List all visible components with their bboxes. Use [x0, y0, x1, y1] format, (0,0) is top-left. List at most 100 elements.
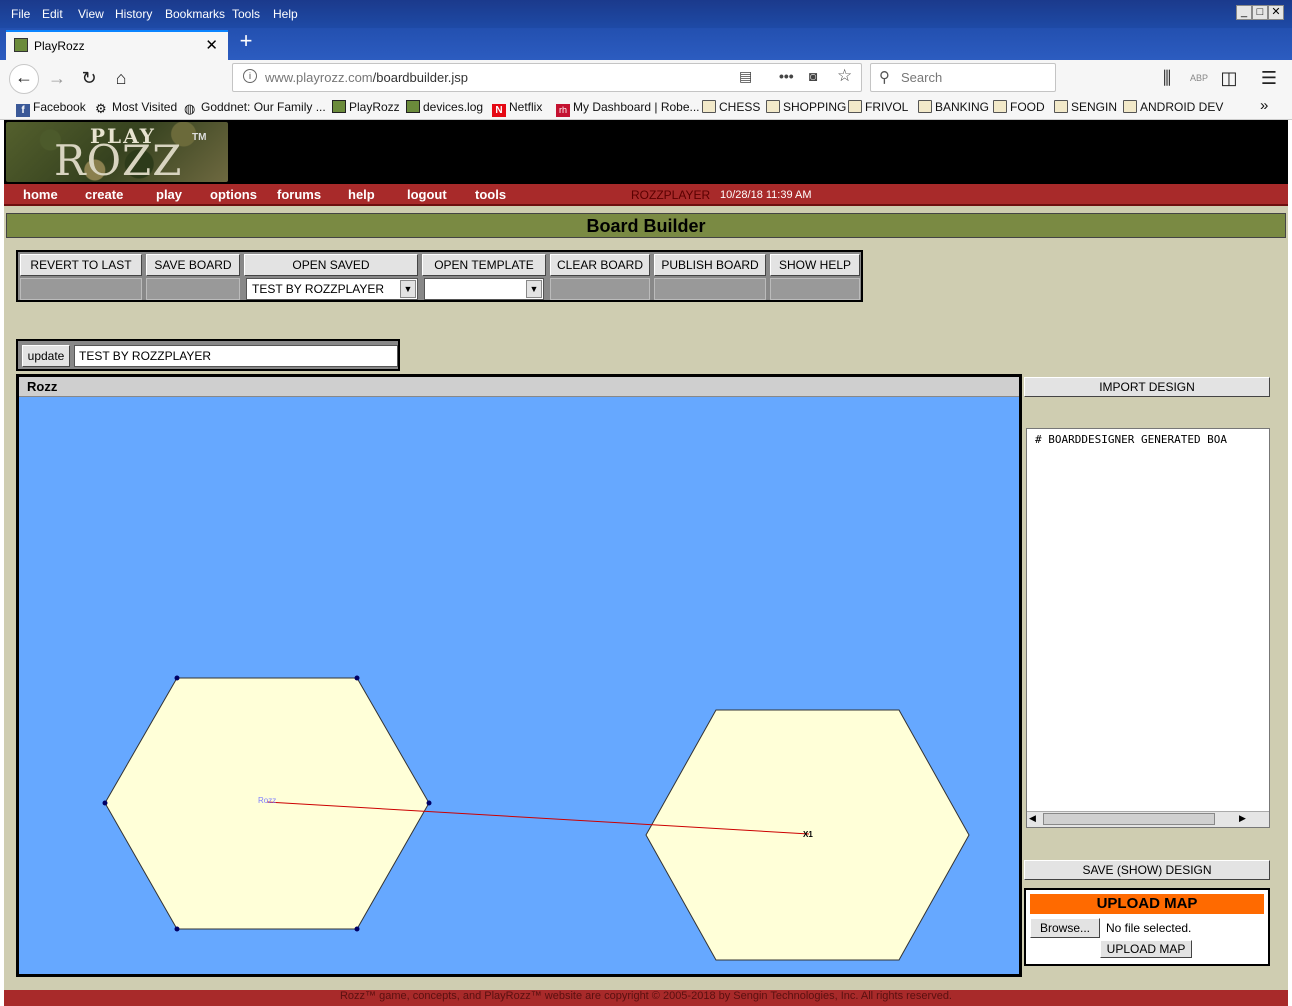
page-title-bar: Board Builder [6, 213, 1286, 238]
save-board-button[interactable]: SAVE BOARD [146, 254, 240, 276]
playrozz-favicon-icon [14, 38, 28, 52]
bookmark-folder-sengin[interactable]: SENGIN [1054, 100, 1117, 114]
nav-tools[interactable]: tools [475, 187, 506, 202]
nav-home[interactable]: home [23, 187, 58, 202]
site-nav: home create play options forums help log… [4, 184, 1288, 206]
nav-help[interactable]: help [348, 187, 375, 202]
file-status: No file selected. [1106, 921, 1192, 935]
nav-options[interactable]: options [210, 187, 257, 202]
vertex-handle[interactable] [102, 800, 108, 806]
scroll-right-icon[interactable]: ▶ [1239, 813, 1246, 824]
vertex-handle[interactable] [354, 926, 360, 932]
info-icon[interactable]: i [243, 69, 257, 83]
nav-forums[interactable]: forums [277, 187, 321, 202]
menu-view[interactable]: View [78, 7, 104, 21]
vertex-handle[interactable] [174, 675, 180, 681]
import-design-button[interactable]: IMPORT DESIGN [1024, 377, 1270, 397]
design-panel: IMPORT DESIGN # BOARDDESIGNER GENERATED … [1022, 374, 1276, 968]
hamburger-menu-icon[interactable]: ☰ [1256, 66, 1282, 92]
close-window-icon[interactable]: ✕ [1268, 5, 1284, 20]
more-actions-icon[interactable]: ••• [779, 68, 794, 84]
search-bar[interactable]: ⚲ Search [870, 63, 1056, 92]
board-toolbar: REVERT TO LAST SAVE BOARD OPEN SAVED OPE… [16, 250, 863, 302]
open-template-button[interactable]: OPEN TEMPLATE [422, 254, 546, 276]
back-icon[interactable]: ← [9, 64, 39, 94]
home-icon[interactable]: ⌂ [108, 66, 134, 92]
browse-button[interactable]: Browse... [1030, 918, 1100, 938]
show-help-button[interactable]: SHOW HELP [770, 254, 860, 276]
scroll-thumb[interactable] [1043, 813, 1215, 825]
folder-icon [993, 100, 1007, 113]
horizontal-scrollbar[interactable]: ◀ ▶ [1027, 811, 1269, 827]
clear-board-button[interactable]: CLEAR BOARD [550, 254, 650, 276]
saved-boards-select[interactable]: TEST BY ROZZPLAYER ▼ [246, 278, 418, 300]
toolbar-empty-cell [654, 278, 766, 300]
minimize-icon[interactable]: _ [1236, 5, 1252, 20]
menu-edit[interactable]: Edit [42, 7, 63, 21]
upload-map-title: UPLOAD MAP [1030, 894, 1264, 914]
nav-play[interactable]: play [156, 187, 182, 202]
board-name-input[interactable]: TEST BY ROZZPLAYER [74, 345, 398, 367]
bookmarks-bar: f Facebook ⚙ Most Visited ◍ Goddnet: Our Fa… [0, 96, 1292, 120]
upload-map-button[interactable]: UPLOAD MAP [1100, 940, 1192, 958]
rh-icon: rh [556, 104, 570, 117]
save-show-design-button[interactable]: SAVE (SHOW) DESIGN [1024, 860, 1270, 880]
tab-playrozz[interactable]: PlayRozz ✕ [6, 30, 228, 60]
nav-create[interactable]: create [85, 187, 123, 202]
bookmark-folder-frivol[interactable]: FRIVOL [848, 100, 908, 114]
playrozz-logo[interactable]: PLAY ROZZ TM [6, 122, 228, 185]
new-tab-icon[interactable]: + [234, 30, 258, 54]
chevron-down-icon[interactable]: ▼ [526, 280, 542, 298]
publish-board-button[interactable]: PUBLISH BOARD [654, 254, 766, 276]
forward-icon[interactable]: → [44, 66, 70, 92]
bookmark-goddnet[interactable]: ◍ Goddnet: Our Family ... [184, 100, 326, 116]
nav-toolbar: ← → ↻ ⌂ i www.playrozz.com/boardbuilder.… [0, 60, 1292, 96]
update-button[interactable]: update [22, 345, 70, 367]
design-textarea[interactable]: # BOARDDESIGNER GENERATED BOA ◀ ▶ [1026, 428, 1270, 828]
bookmark-folder-shopping[interactable]: SHOPPING [766, 100, 846, 114]
open-saved-button[interactable]: OPEN SAVED [244, 254, 418, 276]
territory-label-x1[interactable]: X1 [803, 830, 813, 839]
sidebar-icon[interactable]: ◫ [1216, 66, 1242, 92]
bookmark-star-icon[interactable]: ☆ [837, 66, 852, 86]
vertex-handle[interactable] [426, 800, 432, 806]
menu-help[interactable]: Help [273, 7, 298, 21]
board-name-form: update TEST BY ROZZPLAYER [16, 339, 400, 371]
pocket-icon[interactable]: ◙ [809, 68, 817, 84]
url-bar[interactable]: i www.playrozz.com/boardbuilder.jsp ▤ ••… [232, 63, 862, 92]
menu-bookmarks[interactable]: Bookmarks [165, 7, 225, 21]
bookmarks-overflow-icon[interactable]: » [1260, 97, 1268, 114]
folder-icon [848, 100, 862, 113]
bookmark-playrozz[interactable]: PlayRozz [332, 100, 400, 114]
territory-label-rozz[interactable]: Rozz [258, 796, 276, 805]
bookmark-folder-banking[interactable]: BANKING [918, 100, 989, 114]
nav-logout[interactable]: logout [407, 187, 447, 202]
template-select[interactable]: ▼ [424, 278, 544, 300]
vertex-handle[interactable] [354, 675, 360, 681]
reader-view-icon[interactable]: ▤ [739, 68, 752, 85]
bookmark-folder-android-dev[interactable]: ANDROID DEV [1123, 100, 1223, 114]
close-tab-icon[interactable]: ✕ [205, 36, 218, 54]
revert-button[interactable]: REVERT TO LAST [20, 254, 142, 276]
adblock-icon[interactable]: ABP [1186, 66, 1212, 92]
bookmark-most-visited[interactable]: ⚙ Most Visited [95, 100, 177, 116]
vertex-handle[interactable] [174, 926, 180, 932]
bookmark-facebook[interactable]: f Facebook [16, 100, 86, 117]
menu-file[interactable]: File [11, 7, 30, 21]
bookmark-devices-log[interactable]: devices.log [406, 100, 483, 114]
bookmark-folder-food[interactable]: FOOD [993, 100, 1045, 114]
toolbar-empty-cell [770, 278, 860, 300]
scroll-left-icon[interactable]: ◀ [1029, 813, 1036, 824]
reload-icon[interactable]: ↻ [76, 66, 102, 92]
toolbar-empty-cell [146, 278, 240, 300]
bookmark-folder-chess[interactable]: CHESS [702, 100, 760, 114]
maximize-icon[interactable]: □ [1252, 5, 1268, 20]
chevron-down-icon[interactable]: ▼ [400, 280, 416, 298]
bookmark-netflix[interactable]: N Netflix [492, 100, 542, 117]
menu-tools[interactable]: Tools [232, 7, 260, 21]
bookmark-dashboard[interactable]: rh My Dashboard | Robe... [556, 100, 700, 117]
menu-history[interactable]: History [115, 7, 152, 21]
board-map[interactable]: Rozz X1 [19, 397, 1019, 974]
library-icon[interactable]: ⫼ [1154, 66, 1180, 92]
board-canvas[interactable]: Rozz Rozz X1 [16, 374, 1022, 977]
